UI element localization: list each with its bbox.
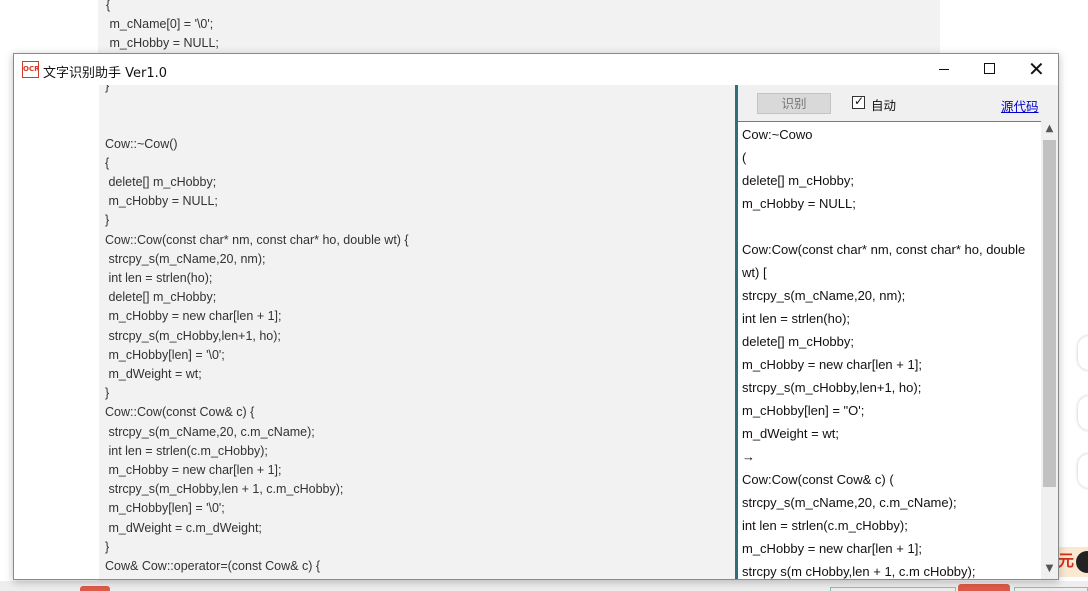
code-line: } [105,539,110,554]
result-scrollbar[interactable]: ▲ ▼ [1041,121,1058,579]
code-line: m_cHobby = new char[len + 1]; [105,463,282,477]
code-line: { [105,155,110,170]
code-line: Cow::~Cow() [105,136,178,151]
maximize-icon [984,63,995,74]
promo-dot-icon [1076,551,1088,573]
title-bar[interactable]: OCR 文字识别助手 Ver1.0 ✕ [14,54,1058,85]
auto-checkbox[interactable]: ✓ [852,94,865,109]
checkmark-icon: ✓ [854,94,865,108]
edge-circle [1078,336,1088,370]
code-line: delete[] m_cHobby; [105,290,217,305]
code-line: strcpy_s(m_cHobby,len+1, ho); [105,328,281,343]
ocr-result-textarea[interactable]: Cow:~Cowo ( delete[] m_cHobby; m_cHobby = N… [738,121,1058,579]
edge-circle [1078,454,1088,488]
maximize-button[interactable] [967,54,1013,85]
code-line: if (this == &c) [105,578,182,579]
ocr-app-icon: OCR [22,61,39,78]
source-code-link[interactable]: 源代码 [1001,96,1039,115]
edge-promo-text: 元 [1058,553,1075,570]
scroll-down-icon[interactable]: ▼ [1041,563,1058,577]
ocr-text-line: m_cHobby[len] = "O'; [742,403,865,418]
window-title: 文字识别助手 Ver1.0 [43,66,168,81]
ocr-text-line: Cow:Cow(const Cow& c) ( [742,472,894,487]
taskbar-badge [80,586,110,591]
toolbar: 识别 ✓ 自动 源代码 [738,85,1058,121]
ocr-text-line: m_cHobby = new char[len + 1]; [742,357,922,372]
code-line: { [106,0,111,12]
screenshot-capture-pane: } Cow::~Cow(){ delete[] m_cHobby; m_cHobb… [14,85,735,579]
code-line: delete[] m_cHobby; [105,175,217,189]
code-line: m_dWeight = wt; [105,367,202,381]
code-line: int len = strlen(ho); [105,271,213,285]
scroll-thumb[interactable] [1043,140,1056,487]
ocr-assistant-window: OCR 文字识别助手 Ver1.0 ✕ } Cow::~Cow(){ delete… [13,53,1059,580]
ocr-text-line: strcpy_s(m_cHobby,len+1, ho); [742,380,922,395]
code-line: m_cHobby = NULL; [106,36,219,51]
ocr-text-line: strcpy_s(m_cName,20, c.m_cName); [742,495,957,510]
ocr-text-line: ( [742,150,747,165]
edge-promo-badge[interactable]: 元 [1056,547,1088,577]
code-line: Cow::Cow(const char* nm, const char* ho,… [105,232,409,247]
code-line: strcpy_s(m_cName,20, c.m_cName); [105,424,315,439]
ocr-text-line: Cow:Cow(const char* nm, const char* ho, … [742,242,1026,257]
auto-checkbox-label[interactable]: 自动 [871,95,896,114]
edge-circle [1078,396,1088,430]
ocr-text-line: → [742,449,755,464]
ocr-text-line: wt) [ [742,265,767,280]
ocr-text-line: int len = strlen(ho); [742,311,851,326]
ocr-text-line: m_cHobby = NULL; [742,196,856,211]
code-line: strcpy_s(m_cName,20, nm); [105,251,266,266]
code-line: m_cHobby[len] = '\0'; [105,347,225,362]
code-line: Cow::Cow(const Cow& c) { [105,405,255,420]
ocr-text-line: strcpy_s(m_cName,20, nm); [742,288,906,303]
ocr-tool-panel: 识别 ✓ 自动 源代码 Cow:~Cowo ( delete[] m_cHobby;… [738,85,1058,579]
ocr-text-line: delete[] m_cHobby; [742,173,855,188]
code-line: m_cHobby = new char[len + 1]; [105,309,282,324]
code-line: } [105,213,110,228]
taskbar-button [1014,587,1088,591]
taskbar-badge [958,584,1010,591]
code-line: Cow& Cow::operator=(const Cow& c) { [105,559,321,573]
ocr-text-line: Cow:~Cowo [742,127,813,142]
code-line: m_dWeight = c.m_dWeight; [105,520,262,535]
captured-code-document: } Cow::~Cow(){ delete[] m_cHobby; m_cHobb… [99,85,735,579]
ocr-text-line: delete[] m_cHobby; [742,334,855,349]
taskbar-button [830,587,956,591]
close-icon: ✕ [1028,57,1045,81]
ocr-text-line: strcpy s(m cHobby,len + 1, c.m cHobby); [742,564,976,579]
code-line: } [105,386,110,401]
code-line: m_cName[0] = '\0'; [106,17,214,32]
code-line: int len = strlen(c.m_cHobby); [105,443,268,458]
minimize-button[interactable] [921,54,967,85]
code-line: m_cHobby[len] = '\0'; [105,501,225,516]
ocr-text-line: int len = strlen(c.m_cHobby); [742,518,908,533]
code-line: } [105,85,110,93]
ocr-text-line: m_dWeight = wt; [742,426,839,441]
ocr-text-line: m_cHobby = new char[len + 1]; [742,541,922,556]
scroll-up-icon[interactable]: ▲ [1041,123,1058,137]
code-line: m_cHobby = NULL; [105,194,218,209]
code-line: strcpy_s(m_cHobby,len + 1, c.m_cHobby); [105,482,344,497]
minimize-icon [939,69,949,70]
close-button[interactable]: ✕ [1013,54,1058,85]
recognize-button[interactable]: 识别 [757,93,831,114]
